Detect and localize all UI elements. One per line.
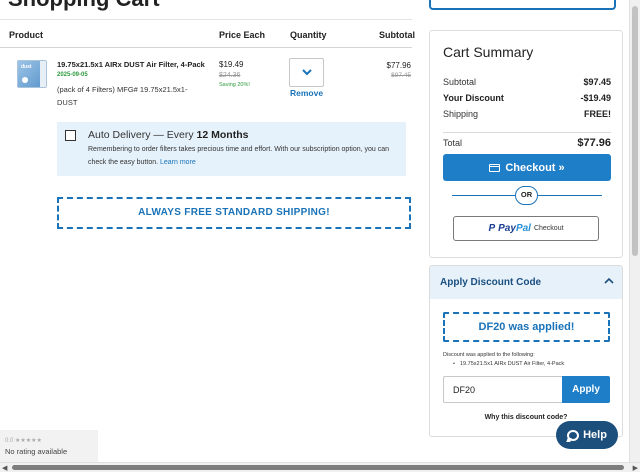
cart-summary-title: Cart Summary	[443, 44, 534, 60]
discount-panel-header[interactable]: Apply Discount Code	[430, 266, 622, 299]
learn-more-link[interactable]: Learn more	[160, 159, 196, 166]
divider	[0, 19, 412, 20]
discount-applied-message: DF20 was applied!	[443, 312, 610, 342]
paypal-icon: P	[488, 223, 496, 234]
divider	[443, 132, 611, 133]
apply-button[interactable]: Apply	[562, 376, 610, 403]
chevron-down-icon	[301, 69, 312, 76]
checkout-button[interactable]: Checkout »	[443, 154, 611, 181]
saving-badge: Saving 20%!	[219, 82, 250, 88]
chat-bubble-icon	[567, 429, 580, 441]
checkout-label: Checkout »	[505, 161, 565, 174]
auto-delivery-text: Remembering to order filters takes preci…	[88, 146, 390, 166]
paypal-checkout-label: Checkout	[533, 225, 564, 232]
column-header-price: Price Each	[219, 30, 266, 40]
remove-link[interactable]: Remove	[290, 88, 323, 98]
vertical-scrollbar[interactable]	[629, 0, 640, 462]
item-subtotal: $77.96	[386, 61, 411, 70]
help-label: Help	[583, 429, 607, 441]
chevron-up-icon	[604, 277, 614, 284]
summary-shipping-label: Shipping	[443, 109, 479, 119]
scroll-right-icon[interactable]: ▶	[633, 464, 638, 472]
item-subtotal-original: $97.45	[391, 72, 411, 79]
horizontal-scrollbar-thumb[interactable]	[12, 465, 624, 470]
paypal-logo-pay: Pay	[498, 223, 516, 234]
auto-delivery-checkbox[interactable]	[65, 130, 76, 141]
why-discount-link[interactable]: Why this discount code?	[430, 414, 622, 421]
star-rating-icon: 0.0 ★★★★★	[5, 438, 42, 444]
product-image-dot	[22, 77, 28, 83]
product-image[interactable]: dust	[17, 60, 47, 88]
product-image-label: dust	[21, 64, 32, 70]
paypal-logo: PayPal	[498, 223, 531, 234]
column-header-product: Product	[9, 30, 44, 40]
table-header: Product Price Each Quantity Subtotal	[0, 30, 415, 44]
discount-panel-title: Apply Discount Code	[440, 277, 542, 288]
credit-card-icon	[489, 163, 501, 172]
auto-delivery-description: Remembering to order filters takes preci…	[88, 144, 398, 169]
help-button[interactable]: Help	[556, 421, 618, 449]
summary-shipping-value: FREE!	[584, 109, 611, 119]
summary-discount-row: Your Discount -$19.49	[443, 93, 611, 103]
summary-total-label: Total	[443, 138, 463, 148]
summary-total-row: Total $77.96	[443, 137, 611, 149]
price-original: $24.36	[219, 72, 241, 79]
paypal-checkout-button[interactable]: P PayPal Checkout	[453, 216, 599, 241]
column-header-subtotal: Subtotal	[379, 30, 415, 40]
scroll-left-icon[interactable]: ◀	[2, 464, 7, 472]
free-shipping-banner: ALWAYS FREE STANDARD SHIPPING!	[57, 197, 411, 229]
discount-applied-note: Discount was applied to the following:	[443, 352, 535, 358]
quantity-select[interactable]	[289, 58, 324, 87]
product-details: (pack of 4 Filters) MFG# 19.75x21.5x1-DU…	[57, 85, 188, 107]
discount-code-input[interactable]	[443, 376, 562, 403]
summary-shipping-row: Shipping FREE!	[443, 109, 611, 119]
column-header-quantity: Quantity	[290, 30, 327, 40]
summary-discount-value: -$19.49	[580, 93, 611, 103]
product-name-link[interactable]: 19.75x21.5x1 AIRx DUST Air Filter, 4-Pac…	[57, 60, 205, 69]
summary-total-value: $77.96	[577, 137, 611, 149]
discount-applied-item: 19.75x21.5x1 AIRx DUST Air Filter, 4-Pac…	[453, 361, 564, 367]
auto-delivery-panel: Auto Delivery — Every 12 Months Remember…	[57, 122, 406, 176]
summary-subtotal-label: Subtotal	[443, 77, 477, 87]
horizontal-scrollbar[interactable]: ◀ ▶	[0, 462, 640, 472]
summary-subtotal-value: $97.45	[583, 77, 611, 87]
paypal-logo-pal: Pal	[515, 223, 531, 234]
summary-subtotal-row: Subtotal $97.45	[443, 77, 611, 87]
continue-shopping-button[interactable]: CONTINUE SHOPPING	[429, 0, 616, 10]
product-image-stripe	[40, 61, 46, 87]
vertical-scrollbar-thumb[interactable]	[632, 6, 638, 256]
summary-discount-label: Your Discount	[443, 93, 504, 103]
discount-panel: Apply Discount Code DF20 was applied! Di…	[429, 265, 623, 437]
auto-delivery-title: Auto Delivery — Every 12 Months	[88, 129, 248, 141]
product-date: 2025-09-05	[57, 72, 88, 78]
page-title: Shopping Cart	[8, 0, 160, 12]
auto-delivery-interval: 12 Months	[196, 129, 249, 141]
cart-summary: Cart Summary Subtotal $97.45 Your Discou…	[429, 30, 623, 258]
divider	[0, 47, 412, 48]
price-each: $19.49	[219, 60, 244, 69]
auto-delivery-title-prefix: Auto Delivery — Every	[88, 129, 197, 141]
rating-text: No rating available	[5, 447, 68, 456]
rating-widget[interactable]: 0.0 ★★★★★ No rating available	[0, 430, 98, 463]
or-divider: OR	[515, 186, 538, 205]
